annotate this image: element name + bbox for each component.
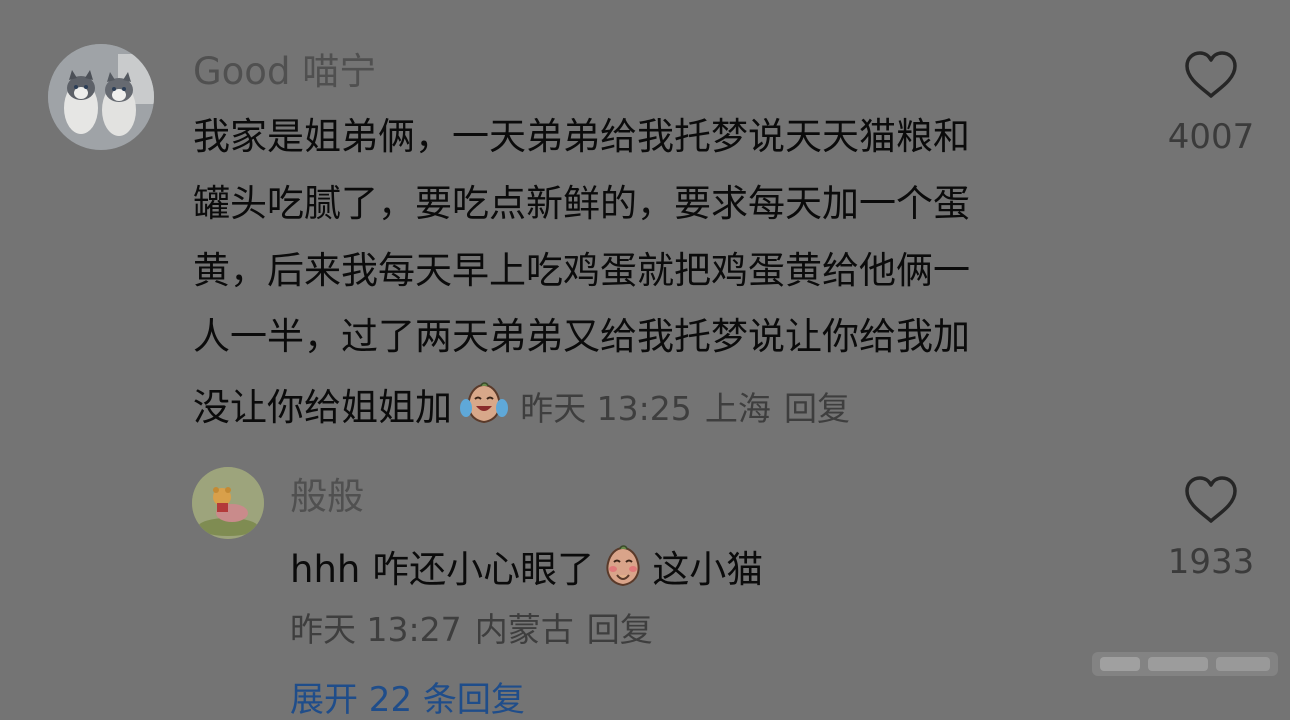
heart-icon [1185, 51, 1237, 98]
expand-replies-button[interactable]: 展开 22 条回复 [290, 683, 525, 717]
comment-line: 黄，后来我每天早上吃鸡蛋就把鸡蛋黄给他俩一 [193, 249, 970, 292]
comment-reply-button[interactable]: 回复 [784, 389, 850, 428]
comment-like-count: 4007 [1167, 117, 1255, 157]
comment-like-button[interactable] [1183, 50, 1239, 104]
cat-photo-icon [48, 44, 154, 150]
comment-line: 人一半，过了两天弟弟又给我托梦说让你给我加 [193, 315, 970, 358]
watermark [1092, 646, 1278, 680]
comment-username[interactable]: Good 喵宁 [193, 53, 376, 90]
giggle-emoji-icon [599, 544, 647, 592]
heart-icon [1185, 476, 1237, 523]
pooh-avatar-icon [192, 467, 264, 539]
reply-text: 这小猫 [652, 548, 764, 591]
comment-line: 我家是姐弟俩，一天弟弟给我托梦说天天猫粮和 [193, 115, 970, 158]
reply-body: hhh 咋还小心眼了 这小猫 [290, 544, 763, 592]
comment-location: 上海 [704, 389, 771, 428]
comment-text: 没让你给姐姐加 [193, 386, 452, 429]
reply-time: 昨天 13:27 [290, 610, 462, 649]
comment-line: 罐头吃腻了，要吃点新鲜的，要求每天加一个蛋 [193, 182, 970, 225]
reply-username[interactable]: 般般 [290, 478, 364, 515]
reply-reply-button[interactable]: 回复 [587, 610, 653, 649]
comment-time: 昨天 13:25 [520, 389, 692, 428]
reply-like-count: 1933 [1167, 542, 1255, 582]
reply-text: hhh 咋还小心眼了 [290, 548, 595, 591]
comment-last-line: 没让你给姐姐加 昨天 13:25 上海 回复 [193, 382, 850, 430]
reply-meta: 昨天 13:27 内蒙古 回复 [290, 613, 653, 646]
avatar[interactable] [48, 44, 154, 150]
reply-location: 内蒙古 [474, 610, 574, 649]
avatar[interactable] [192, 467, 264, 539]
reply-like-button[interactable] [1183, 475, 1239, 529]
crying-laughing-emoji-icon [457, 382, 511, 430]
